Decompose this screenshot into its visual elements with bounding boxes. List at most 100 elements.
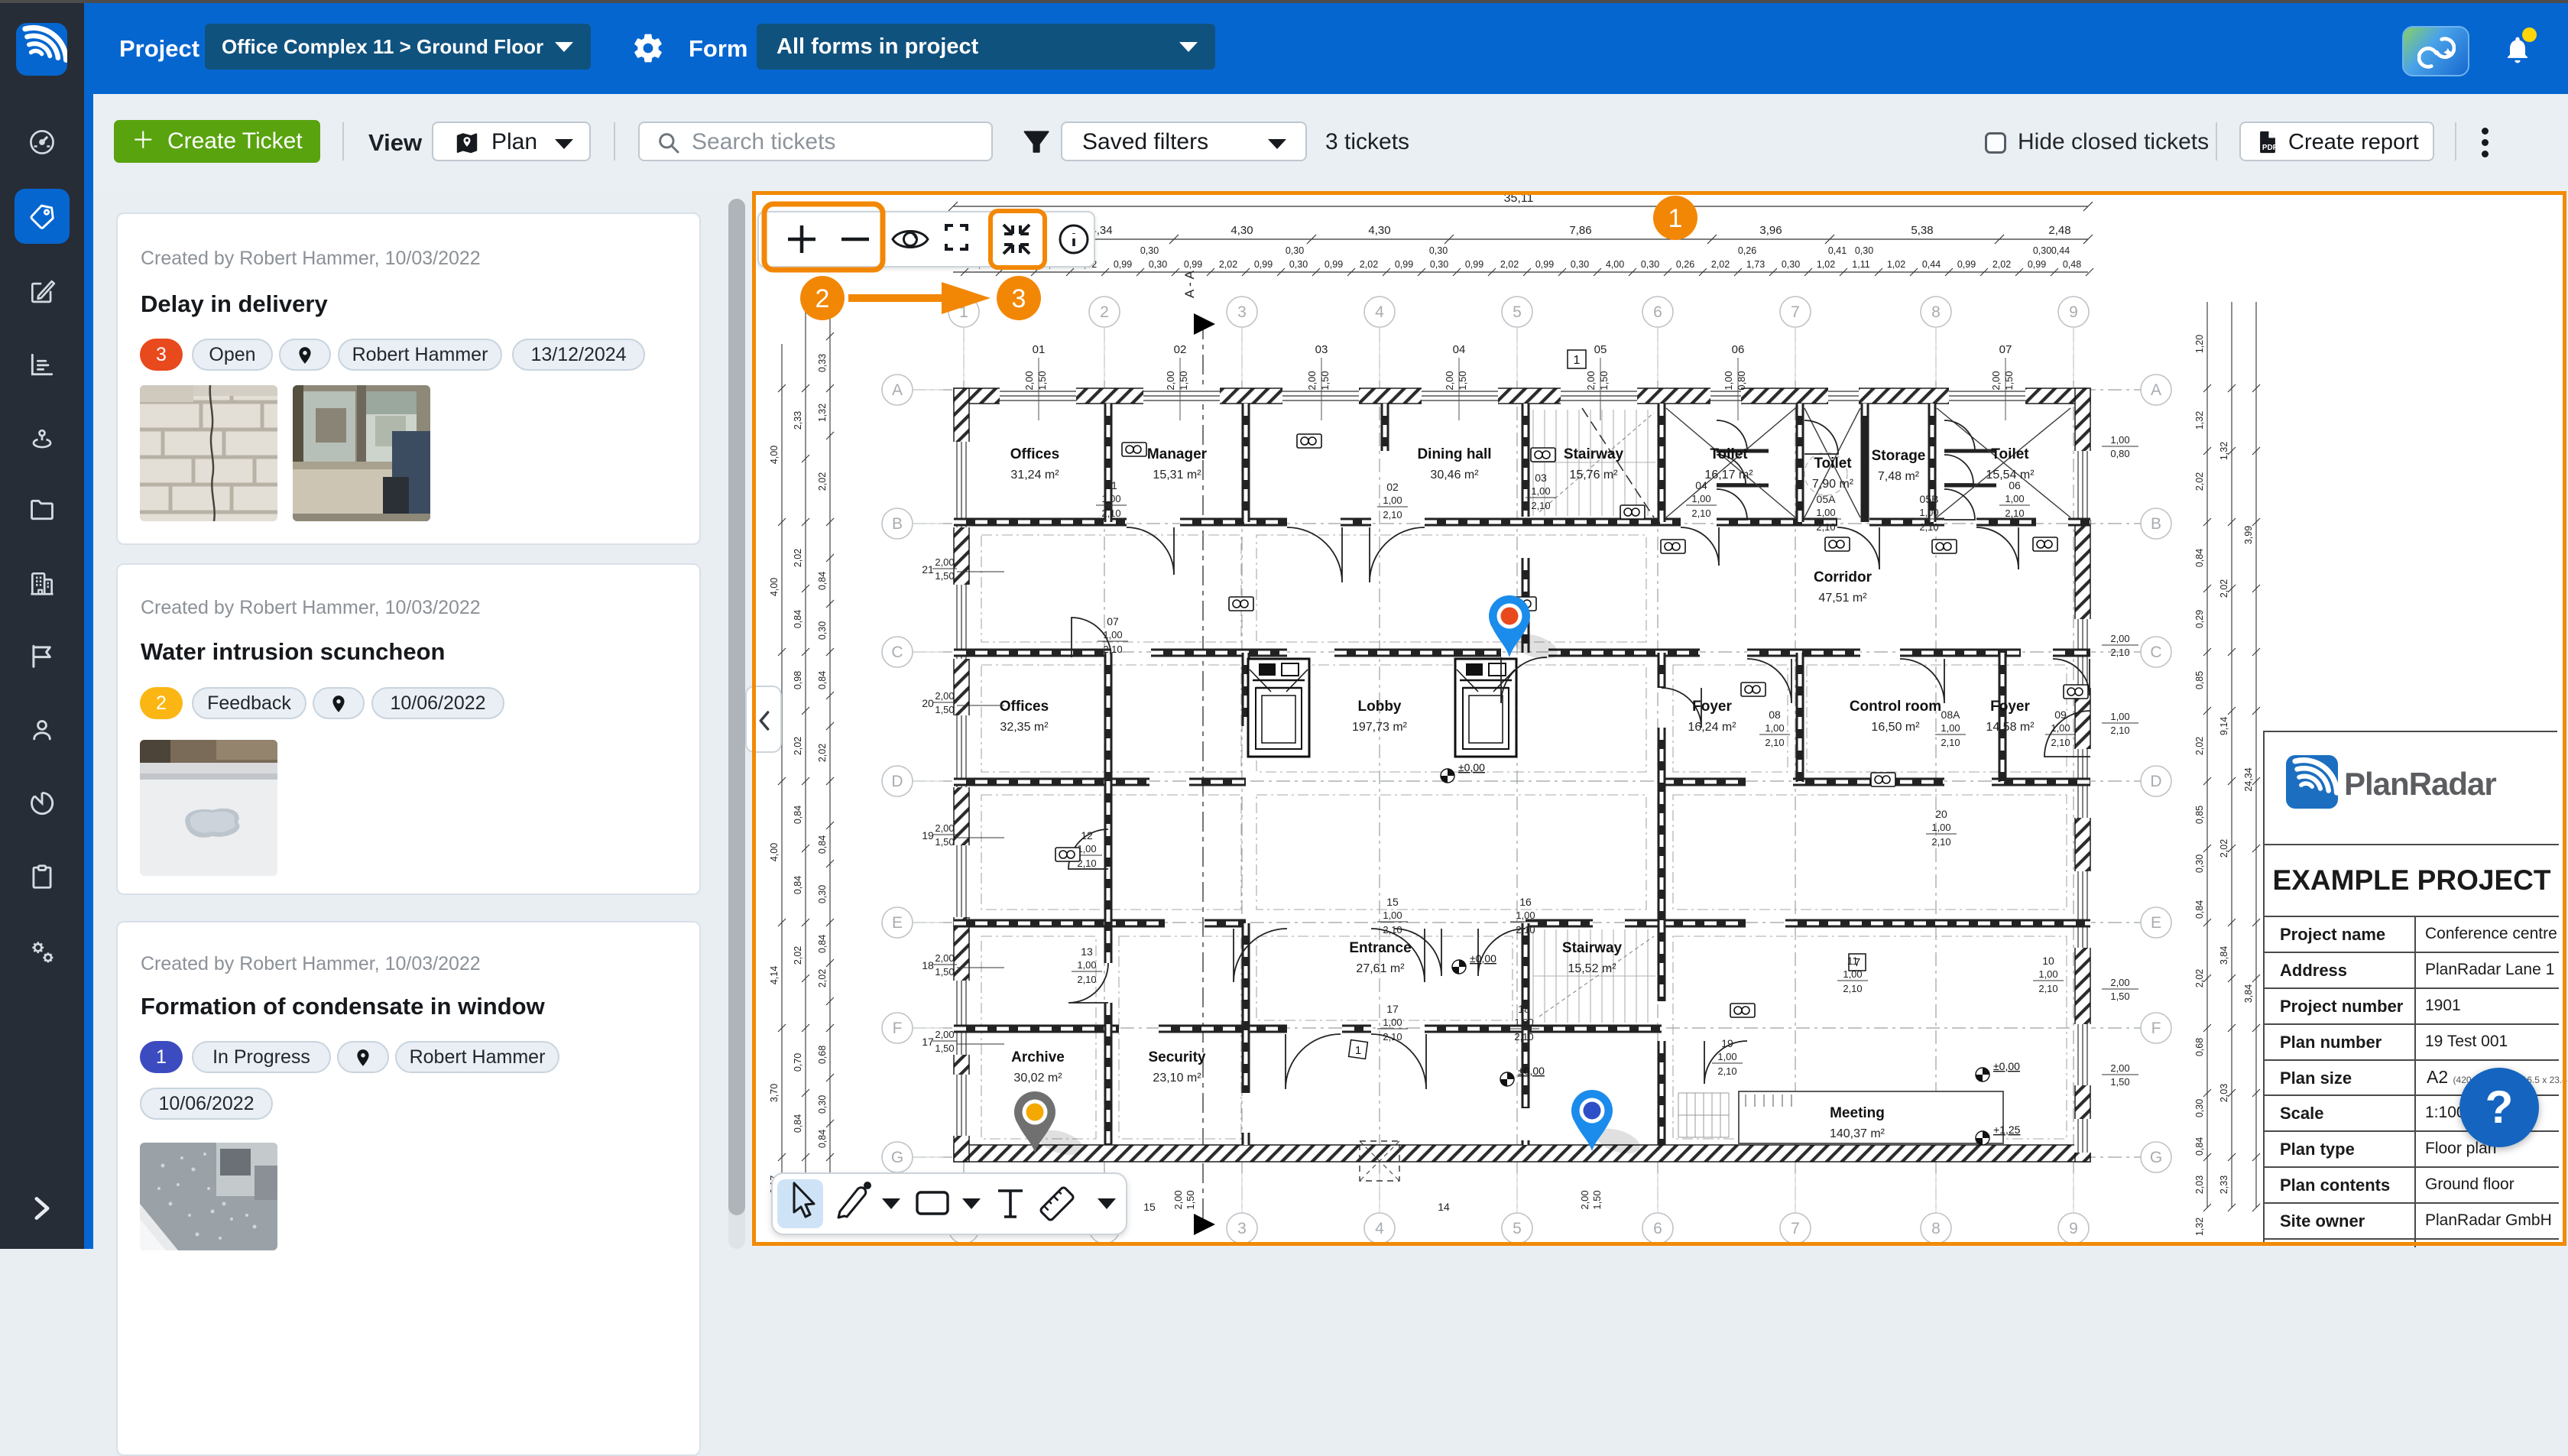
svg-text:20: 20 xyxy=(1935,808,1947,820)
svg-text:2,10: 2,10 xyxy=(1919,521,1938,533)
svg-text:06: 06 xyxy=(2009,479,2021,491)
svg-text:±0,00: ±0,00 xyxy=(1518,1065,1545,1077)
svg-text:Meeting: Meeting xyxy=(1830,1105,1885,1121)
svg-text:10: 10 xyxy=(2042,955,2054,967)
svg-text:2,02: 2,02 xyxy=(793,737,803,755)
svg-text:2,00: 2,00 xyxy=(1172,1190,1184,1209)
svg-text:E: E xyxy=(892,914,903,932)
svg-text:1,50: 1,50 xyxy=(1185,1190,1196,1209)
svg-text:2,10: 2,10 xyxy=(2038,983,2057,994)
svg-text:2,02: 2,02 xyxy=(2194,969,2205,987)
svg-text:±0,00: ±0,00 xyxy=(1993,1060,2020,1072)
svg-text:14: 14 xyxy=(1438,1201,1450,1213)
svg-text:3: 3 xyxy=(1012,284,1026,313)
svg-text:±0,00: ±0,00 xyxy=(1470,952,1496,965)
svg-text:1: 1 xyxy=(1355,1044,1361,1057)
svg-text:08: 08 xyxy=(1769,709,1781,721)
svg-text:2,10: 2,10 xyxy=(1077,974,1096,985)
svg-text:2: 2 xyxy=(815,284,830,313)
svg-text:1,00: 1,00 xyxy=(1383,1017,1402,1028)
svg-text:2,02: 2,02 xyxy=(817,744,828,762)
svg-text:2,10: 2,10 xyxy=(2110,647,2129,658)
svg-text:15: 15 xyxy=(1143,1201,1156,1213)
svg-text:2,02: 2,02 xyxy=(2219,839,2229,858)
svg-text:4,14: 4,14 xyxy=(769,966,780,984)
svg-text:15,52 m²: 15,52 m² xyxy=(1568,962,1616,975)
svg-text:B: B xyxy=(2151,515,2161,533)
svg-text:07: 07 xyxy=(1999,343,2012,356)
svg-text:D: D xyxy=(2150,773,2161,790)
svg-text:20: 20 xyxy=(922,697,934,709)
svg-text:1,50: 1,50 xyxy=(935,1043,954,1054)
svg-text:2,00: 2,00 xyxy=(2110,633,2129,644)
svg-text:8: 8 xyxy=(1931,303,1941,321)
svg-text:1,50: 1,50 xyxy=(935,836,954,848)
svg-text:0,84: 0,84 xyxy=(2194,900,2205,919)
svg-text:4,00: 4,00 xyxy=(769,578,780,596)
svg-text:08A: 08A xyxy=(1941,709,1961,721)
svg-text:0,30: 0,30 xyxy=(2194,1099,2205,1117)
svg-text:1,00: 1,00 xyxy=(1383,910,1402,921)
svg-text:2,00: 2,00 xyxy=(935,556,954,568)
svg-text:0,30: 0,30 xyxy=(817,1095,828,1114)
svg-text:12: 12 xyxy=(1081,829,1093,841)
svg-text:1: 1 xyxy=(1668,204,1683,233)
svg-text:2,10: 2,10 xyxy=(1516,924,1535,936)
svg-text:30,02 m²: 30,02 m² xyxy=(1013,1072,1062,1085)
svg-text:1,00: 1,00 xyxy=(1919,507,1938,518)
svg-text:0,99: 0,99 xyxy=(2028,259,2046,270)
svg-text:F: F xyxy=(893,1020,903,1037)
svg-text:05B: 05B xyxy=(1920,493,1939,505)
svg-text:1,32: 1,32 xyxy=(2194,411,2205,430)
svg-text:0,84: 0,84 xyxy=(793,806,803,824)
svg-text:1,00: 1,00 xyxy=(2110,711,2129,722)
svg-text:Stairway: Stairway xyxy=(1562,940,1623,956)
svg-text:2,02: 2,02 xyxy=(2194,472,2205,491)
svg-text:1,50: 1,50 xyxy=(1591,1190,1603,1209)
svg-text:1,50: 1,50 xyxy=(2003,371,2015,390)
svg-text:9: 9 xyxy=(2069,303,2078,321)
svg-text:2,10: 2,10 xyxy=(1941,737,1960,748)
svg-text:140,37 m²: 140,37 m² xyxy=(1830,1127,1885,1140)
svg-text:2,00: 2,00 xyxy=(935,690,954,702)
svg-text:0,85: 0,85 xyxy=(2194,806,2205,824)
svg-text:G: G xyxy=(891,1149,903,1166)
svg-text:±0,00: ±0,00 xyxy=(1458,761,1485,773)
svg-text:2,00: 2,00 xyxy=(935,1029,954,1040)
svg-text:47,51 m²: 47,51 m² xyxy=(1818,592,1867,605)
svg-text:2,02: 2,02 xyxy=(793,946,803,965)
svg-text:1,00: 1,00 xyxy=(1941,722,1960,734)
svg-text:0,84: 0,84 xyxy=(793,876,803,894)
svg-text:0,30: 0,30 xyxy=(2194,854,2205,873)
svg-text:1,00: 1,00 xyxy=(1077,959,1096,971)
svg-text:9: 9 xyxy=(2069,1220,2078,1237)
svg-text:19: 19 xyxy=(1721,1037,1733,1049)
svg-text:2,10: 2,10 xyxy=(1717,1065,1736,1077)
svg-text:C: C xyxy=(2150,644,2161,661)
svg-text:Archive: Archive xyxy=(1011,1049,1065,1065)
svg-text:1,00: 1,00 xyxy=(2051,722,2070,734)
svg-text:18: 18 xyxy=(922,959,934,971)
svg-text:0,84: 0,84 xyxy=(2194,1137,2205,1156)
svg-text:17: 17 xyxy=(1386,1003,1399,1015)
svg-text:PDF: PDF xyxy=(2262,144,2278,152)
svg-text:2,00: 2,00 xyxy=(1990,371,2002,390)
svg-text:1,00: 1,00 xyxy=(1765,722,1784,734)
svg-text:1,32: 1,32 xyxy=(2219,442,2229,460)
svg-text:Lobby: Lobby xyxy=(1358,699,1402,715)
svg-text:2,10: 2,10 xyxy=(2005,507,2024,519)
svg-text:Foyer: Foyer xyxy=(1990,699,2030,715)
svg-text:0,84: 0,84 xyxy=(817,1130,828,1148)
svg-text:2,10: 2,10 xyxy=(2051,737,2070,748)
svg-text:0,84: 0,84 xyxy=(793,1114,803,1133)
svg-text:Corridor: Corridor xyxy=(1814,569,1872,585)
svg-text:1,00: 1,00 xyxy=(2038,968,2057,980)
svg-text:3: 3 xyxy=(1237,1220,1247,1237)
svg-text:19: 19 xyxy=(922,829,934,841)
svg-text:Security: Security xyxy=(1149,1049,1206,1065)
svg-text:Storage: Storage xyxy=(1872,448,1926,464)
svg-text:2,00: 2,00 xyxy=(1579,1190,1590,1209)
svg-text:07: 07 xyxy=(1107,615,1119,627)
svg-text:Entrance: Entrance xyxy=(1349,940,1411,956)
svg-text:14,58 m²: 14,58 m² xyxy=(1986,721,2035,734)
